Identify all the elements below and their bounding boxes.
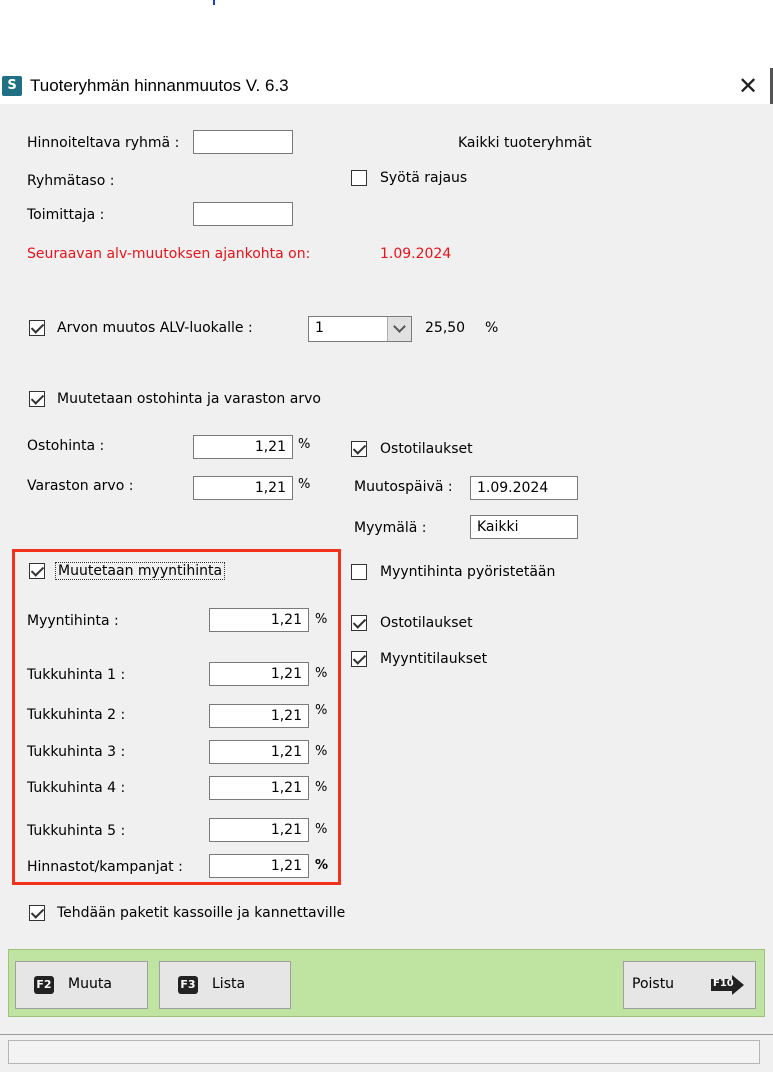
group-label: Hinnoiteltava ryhmä : bbox=[27, 135, 180, 151]
wholesale-2-pct: % bbox=[315, 703, 328, 718]
vat-change-date: 1.09.2024 bbox=[380, 246, 452, 262]
level-label: Ryhmätaso : bbox=[27, 173, 115, 189]
purchase-orders-checkbox[interactable] bbox=[351, 441, 367, 457]
purchase-price-pct: % bbox=[298, 437, 311, 452]
wholesale-1-pct: % bbox=[315, 666, 328, 681]
sales-purchase-orders-label: Ostotilaukset bbox=[380, 615, 473, 631]
wholesale-5-pct: % bbox=[315, 822, 328, 837]
purchase-checkbox[interactable] bbox=[29, 391, 45, 407]
title-bar: S Tuoteryhmän hinnanmuutos V. 6.3 ✕ bbox=[0, 68, 773, 104]
vat-rate-unit: % bbox=[485, 320, 499, 336]
pricelists-label: Hinnastot/kampanjat : bbox=[27, 859, 183, 875]
sales-purchase-orders-checkbox[interactable] bbox=[351, 615, 367, 631]
enter-filter-label: Syötä rajaus bbox=[380, 170, 468, 186]
vat-label: Arvon muutos ALV-luokalle : bbox=[57, 320, 253, 336]
sales-orders-checkbox[interactable] bbox=[351, 651, 367, 667]
vat-rate: 25,50 bbox=[425, 320, 466, 336]
status-bar bbox=[8, 1040, 760, 1064]
change-button[interactable]: F2 Muuta bbox=[15, 961, 148, 1009]
wholesale-4-input[interactable]: 1,21 bbox=[209, 776, 309, 800]
packages-label: Tehdään paketit kassoille ja kannettavil… bbox=[57, 905, 346, 921]
sales-price-input[interactable]: 1,21 bbox=[209, 608, 309, 632]
exit-button-label: Poistu bbox=[632, 976, 675, 992]
stock-value-pct: % bbox=[298, 477, 311, 492]
change-button-label: Muuta bbox=[68, 976, 112, 992]
purchase-orders-label: Ostotilaukset bbox=[380, 441, 473, 457]
wholesale-4-label: Tukkuhinta 4 : bbox=[27, 780, 126, 796]
wholesale-3-label: Tukkuhinta 3 : bbox=[27, 744, 126, 760]
supplier-label: Toimittaja : bbox=[27, 207, 105, 223]
store-input[interactable]: Kaikki bbox=[470, 515, 578, 539]
wholesale-1-input[interactable]: 1,21 bbox=[209, 662, 309, 686]
round-label: Myyntihinta pyöristetään bbox=[380, 564, 556, 580]
list-button-label: Lista bbox=[212, 976, 246, 992]
round-checkbox[interactable] bbox=[351, 564, 367, 580]
vat-checkbox[interactable] bbox=[29, 320, 45, 336]
pricelists-pct: % bbox=[315, 858, 329, 873]
wholesale-5-input[interactable]: 1,21 bbox=[209, 818, 309, 842]
top-marker bbox=[213, 0, 215, 5]
f10-key-label: F10 bbox=[713, 978, 734, 989]
wholesale-3-input[interactable]: 1,21 bbox=[209, 740, 309, 764]
change-date-label: Muutospäivä : bbox=[354, 479, 453, 495]
sales-checkbox[interactable] bbox=[29, 563, 45, 579]
divider bbox=[0, 1034, 773, 1035]
dropdown-arrow-icon[interactable] bbox=[387, 317, 411, 341]
app-icon: S bbox=[2, 76, 22, 96]
supplier-input[interactable] bbox=[193, 202, 293, 226]
vat-class-select[interactable]: 1 bbox=[308, 316, 412, 342]
vat-change-label: Seuraavan alv-muutoksen ajankohta on: bbox=[27, 246, 311, 262]
change-date-input[interactable]: 1.09.2024 bbox=[470, 476, 578, 500]
wholesale-3-pct: % bbox=[315, 744, 328, 759]
stock-value-input[interactable]: 1,21 bbox=[193, 476, 293, 500]
sales-label: Muutetaan myyntihinta bbox=[55, 562, 226, 580]
sales-price-pct: % bbox=[315, 612, 328, 627]
wholesale-4-pct: % bbox=[315, 780, 328, 795]
vat-class-value: 1 bbox=[315, 320, 324, 336]
footer-bar: F2 Muuta F3 Lista Poistu F10 bbox=[8, 949, 765, 1017]
wholesale-2-label: Tukkuhinta 2 : bbox=[27, 707, 126, 723]
all-groups-text: Kaikki tuoteryhmät bbox=[458, 135, 592, 151]
close-icon[interactable]: ✕ bbox=[728, 70, 768, 102]
sales-orders-label: Myyntitilaukset bbox=[380, 651, 488, 667]
enter-filter-checkbox[interactable] bbox=[351, 170, 367, 186]
f3-key-icon: F3 bbox=[178, 976, 198, 994]
f2-key-icon: F2 bbox=[34, 976, 54, 994]
packages-checkbox[interactable] bbox=[29, 905, 45, 921]
stock-value-label: Varaston arvo : bbox=[27, 478, 134, 494]
pricelists-input[interactable]: 1,21 bbox=[209, 854, 309, 878]
sales-price-label: Myyntihinta : bbox=[27, 613, 119, 629]
window-title: Tuoteryhmän hinnanmuutos V. 6.3 bbox=[30, 76, 289, 95]
exit-arrow-icon: F10 bbox=[710, 974, 746, 996]
exit-button[interactable]: Poistu F10 bbox=[623, 961, 756, 1009]
purchase-label: Muutetaan ostohinta ja varaston arvo bbox=[57, 391, 321, 407]
group-input[interactable] bbox=[193, 130, 293, 154]
wholesale-1-label: Tukkuhinta 1 : bbox=[27, 667, 126, 683]
wholesale-2-input[interactable]: 1,21 bbox=[209, 704, 309, 728]
purchase-price-label: Ostohinta : bbox=[27, 438, 105, 454]
list-button[interactable]: F3 Lista bbox=[159, 961, 291, 1009]
purchase-price-input[interactable]: 1,21 bbox=[193, 435, 293, 459]
store-label: Myymälä : bbox=[354, 520, 427, 536]
wholesale-5-label: Tukkuhinta 5 : bbox=[27, 823, 126, 839]
